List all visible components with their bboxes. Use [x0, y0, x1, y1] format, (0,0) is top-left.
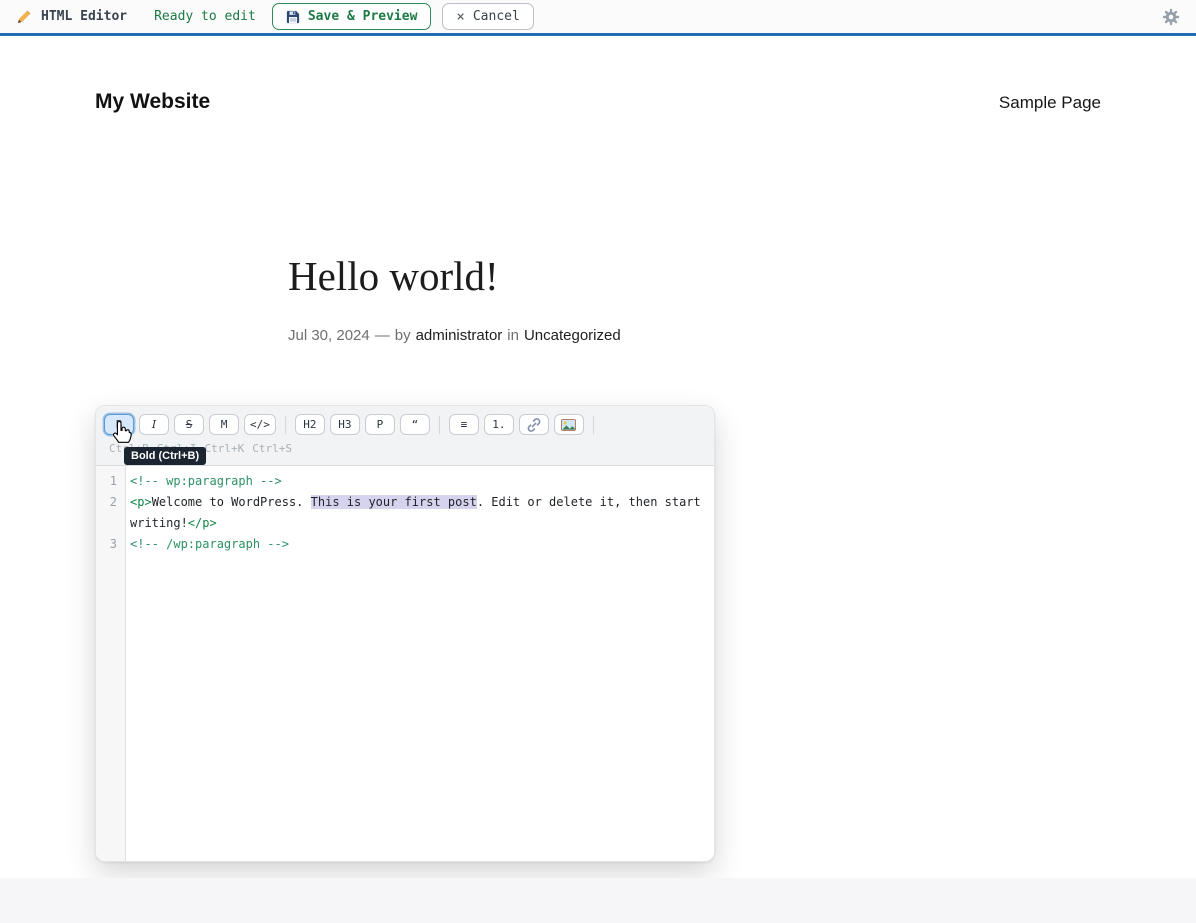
post: Hello world! Jul 30, 2024 — by administr… — [288, 252, 928, 344]
image-icon — [561, 419, 576, 431]
line-number: 2 — [96, 492, 126, 534]
meta-separator: — — [375, 327, 390, 344]
floppy-save-icon — [286, 10, 300, 24]
editor-status: Ready to edit — [154, 9, 256, 24]
code-token-tag: <p> — [130, 495, 152, 509]
toolbar-button-blockquote[interactable]: “ — [400, 414, 430, 435]
byline-prefix: by — [395, 327, 411, 344]
code-lines: 1<!-- wp:paragraph -->2<p>Welcome to Wor… — [96, 471, 714, 555]
toolbar-button-monospace[interactable]: M — [209, 414, 239, 435]
code-line-content: <!-- wp:paragraph --> — [126, 471, 714, 492]
code-editor[interactable]: 1<!-- wp:paragraph -->2<p>Welcome to Wor… — [96, 466, 714, 861]
code-line: 2<p>Welcome to WordPress. This is your f… — [96, 492, 714, 534]
bold-tooltip: Bold (Ctrl+B) — [124, 447, 206, 465]
toolbar-button-italic[interactable]: I — [139, 414, 169, 435]
code-line-content: <p>Welcome to WordPress. This is your fi… — [126, 492, 714, 534]
toolbar-separator — [593, 416, 594, 434]
code-token-comment: <!-- /wp:paragraph --> — [130, 537, 289, 551]
editor-toolbar: BISM</>H2H3P“≡1. Ctrl+BCtrl+ICtrl+KCtrl+… — [96, 406, 714, 466]
code-line: 1 <!-- wp:paragraph --> — [96, 471, 714, 492]
link-icon — [526, 417, 542, 433]
author-link[interactable]: administrator — [416, 327, 503, 344]
line-number: 1 — [96, 471, 126, 492]
toolbar-button-heading-2[interactable]: H2 — [295, 414, 325, 435]
site-header: My Website Sample Page — [95, 90, 1101, 114]
toolbar-button-code[interactable]: </> — [244, 414, 276, 435]
toolbar-button-bold[interactable]: B — [104, 414, 134, 435]
screen: HTML Editor Ready to edit Save & Preview… — [0, 0, 1196, 923]
toolbar-separator — [439, 416, 440, 434]
cancel-button[interactable]: × Cancel — [442, 3, 533, 30]
toolbar-row: BISM</> H2H3P“ ≡1. — [104, 414, 706, 435]
cancel-label: Cancel — [473, 8, 520, 25]
toolbar-separator — [285, 416, 286, 434]
pencil-icon — [16, 9, 32, 25]
category-prefix: in — [507, 327, 519, 344]
category-link[interactable]: Uncategorized — [524, 327, 621, 344]
toolbar-button-paragraph[interactable]: P — [365, 414, 395, 435]
page-footer-area — [0, 878, 1196, 923]
shortcut-hint: Ctrl+S — [252, 442, 292, 455]
post-title: Hello world! — [288, 252, 928, 300]
toolbar-button-heading-3[interactable]: H3 — [330, 414, 360, 435]
html-editor-panel: BISM</>H2H3P“≡1. Ctrl+BCtrl+ICtrl+KCtrl+… — [95, 405, 715, 862]
code-token-tag: </p> — [188, 516, 217, 530]
toolbar-button-unordered-list[interactable]: ≡ — [449, 414, 479, 435]
site-title[interactable]: My Website — [95, 90, 210, 114]
save-preview-button[interactable]: Save & Preview — [272, 3, 432, 30]
shortcut-hint: Ctrl+K — [205, 442, 245, 455]
code-line: 3 <!-- /wp:paragraph --> — [96, 534, 714, 555]
app-title: HTML Editor — [41, 9, 127, 24]
code-line-content: <!-- /wp:paragraph --> — [126, 534, 714, 555]
settings-gear-icon[interactable] — [1162, 8, 1180, 26]
post-meta: Jul 30, 2024 — by administrator in Uncat… — [288, 327, 928, 344]
toolbar-button-ordered-list[interactable]: 1. — [484, 414, 514, 435]
nav-link-sample-page[interactable]: Sample Page — [999, 93, 1101, 113]
toolbar-button-link[interactable] — [519, 414, 549, 435]
line-number: 3 — [96, 534, 126, 555]
toolbar-button-strikethrough[interactable]: S — [174, 414, 204, 435]
post-date: Jul 30, 2024 — [288, 327, 370, 344]
save-preview-label: Save & Preview — [308, 8, 418, 25]
code-token-sel: This is your first post — [311, 495, 477, 509]
toolbar-button-image[interactable] — [554, 414, 584, 435]
code-token-comment: <!-- wp:paragraph --> — [130, 474, 282, 488]
close-icon: × — [456, 10, 464, 24]
code-token-text: Welcome to WordPress. — [152, 495, 311, 509]
topbar: HTML Editor Ready to edit Save & Preview… — [0, 0, 1196, 36]
